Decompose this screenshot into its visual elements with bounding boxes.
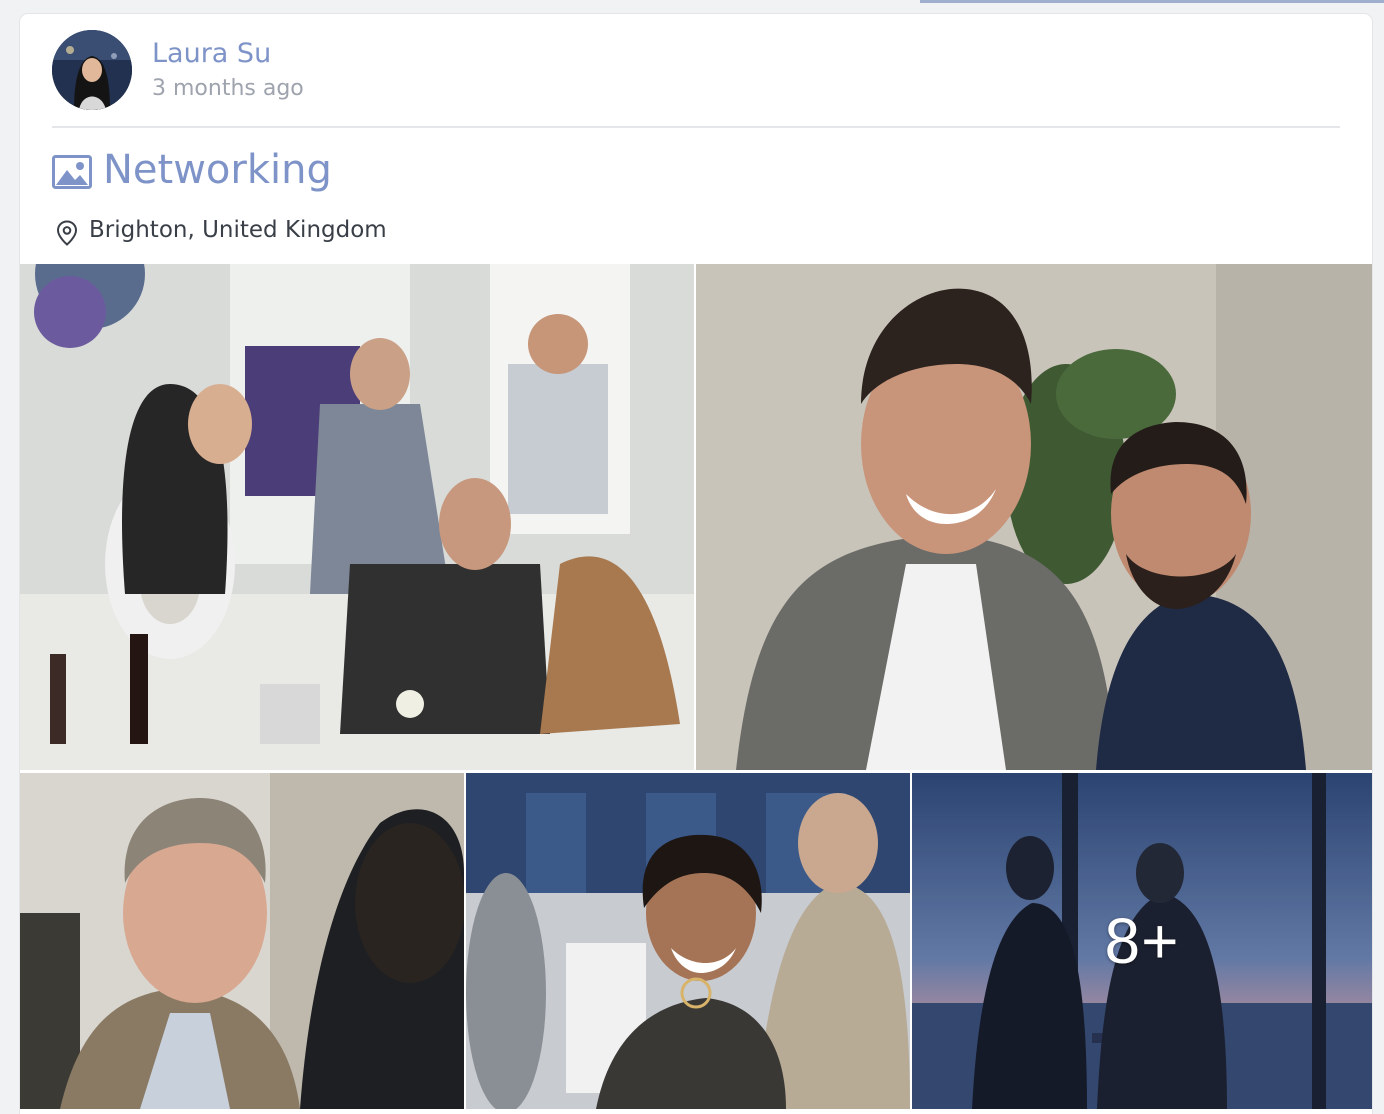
woman-smiling-photo: [466, 773, 910, 1109]
gallery-photo-1[interactable]: [20, 264, 694, 770]
top-bar: [0, 0, 1384, 10]
gallery-photo-2[interactable]: [696, 264, 1372, 770]
two-men-smiling-photo: [696, 264, 1372, 770]
top-accent-line: [920, 0, 1384, 3]
author-name-link[interactable]: Laura Su: [152, 38, 271, 69]
album-post-card: Laura Su 3 months ago Networking Brighto…: [20, 14, 1372, 1114]
gallery-photo-4[interactable]: [466, 773, 910, 1109]
gallery-photo-5-more[interactable]: 8+: [912, 773, 1372, 1109]
image-icon: [52, 155, 92, 189]
location-text: Brighton, United Kingdom: [89, 217, 387, 243]
more-photos-overlay[interactable]: 8+: [912, 773, 1372, 1109]
header-divider: [52, 126, 1340, 128]
avatar[interactable]: [52, 30, 132, 110]
older-man-smiling-photo: [20, 773, 464, 1109]
dinner-event-photo: [20, 264, 694, 770]
map-pin-icon: [56, 220, 78, 246]
gallery-photo-3[interactable]: [20, 773, 464, 1109]
more-photos-count: 8+: [1104, 905, 1180, 977]
album-title-link[interactable]: Networking: [103, 147, 332, 193]
post-timestamp: 3 months ago: [152, 76, 304, 101]
avatar-photo: [52, 30, 132, 110]
